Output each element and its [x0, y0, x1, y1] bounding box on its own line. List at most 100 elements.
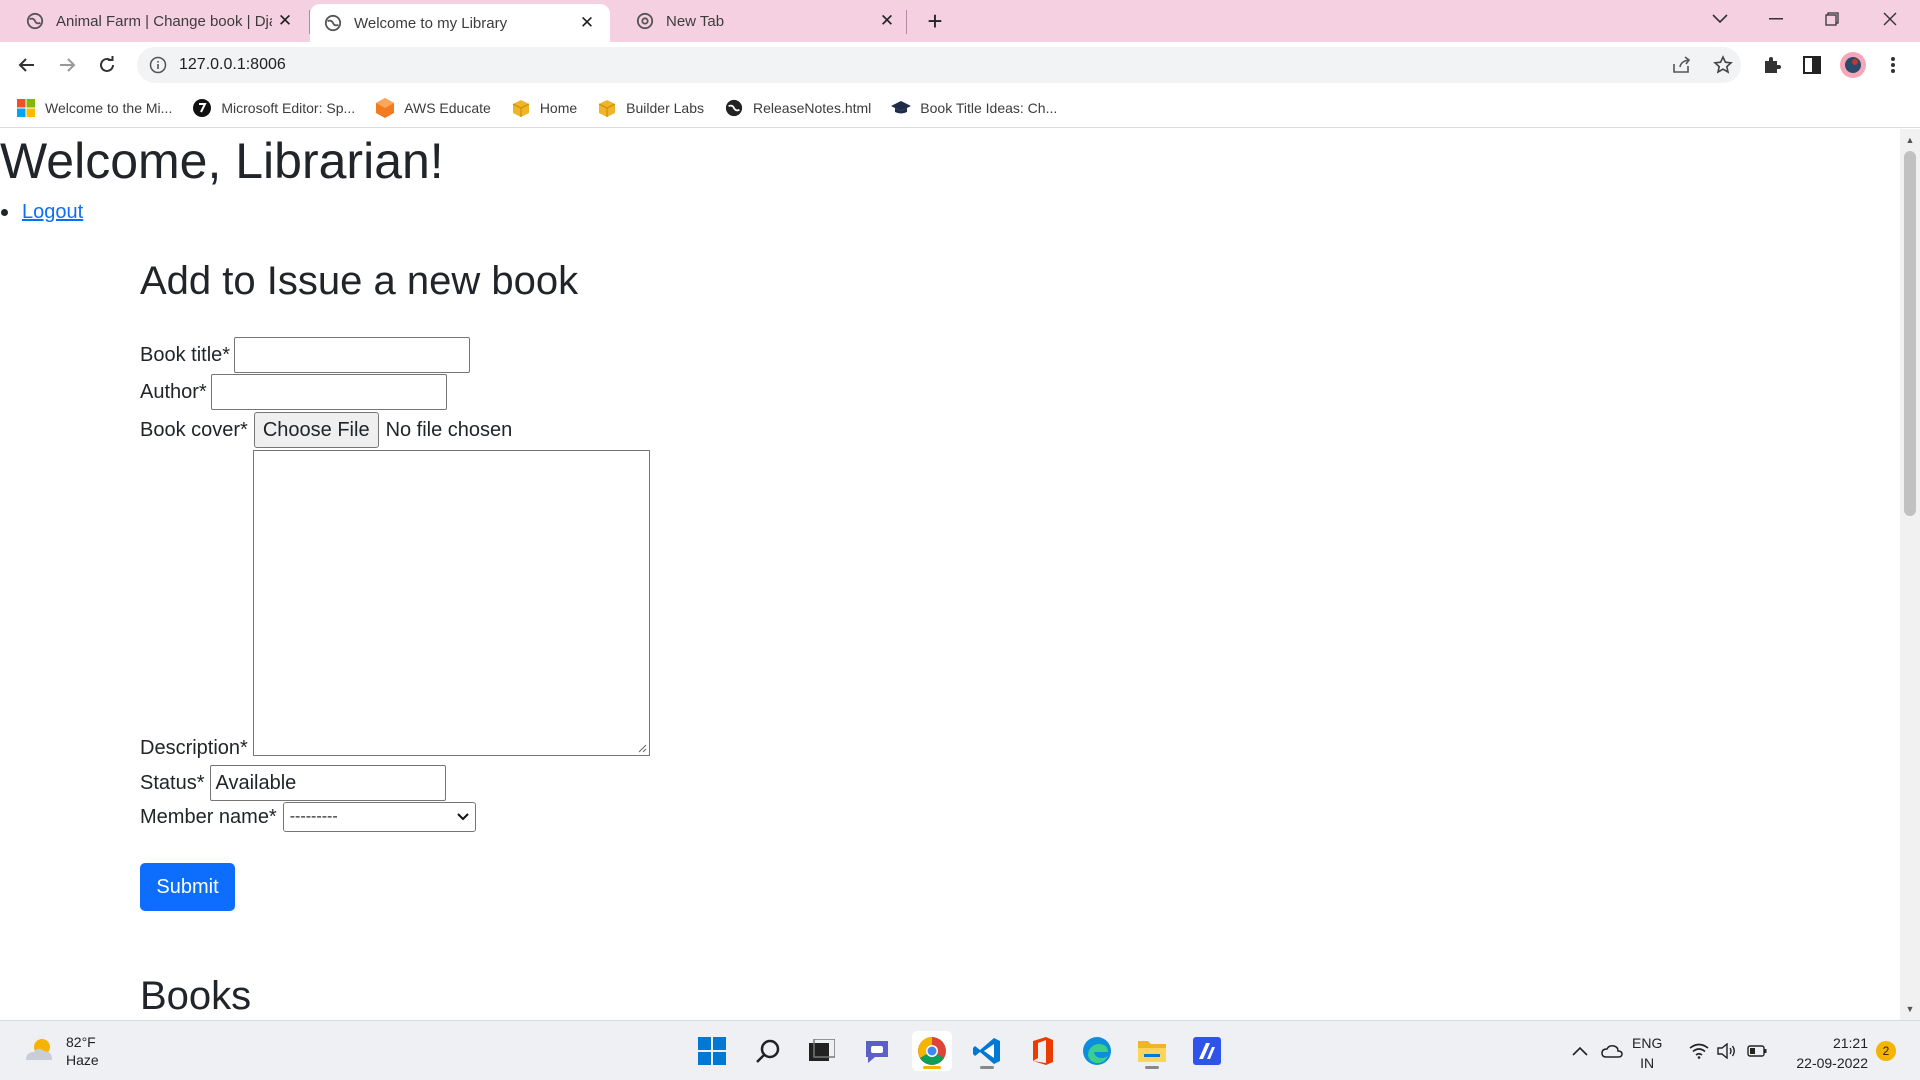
reload-icon[interactable]: [92, 50, 122, 80]
tab-title: Welcome to my Library: [354, 14, 508, 32]
page-scrollbar[interactable]: ▲ ▼: [1900, 129, 1920, 1020]
onedrive-cloud-icon[interactable]: [1598, 1021, 1626, 1080]
menu-kebab-icon[interactable]: [1878, 50, 1908, 80]
bookmark-book-title-ideas[interactable]: Book Title Ideas: Ch...: [891, 98, 1057, 118]
chevron-down-icon: [457, 813, 469, 821]
bookmark-microsoft-editor[interactable]: Microsoft Editor: Sp...: [192, 98, 355, 118]
tab-search-chevron-icon[interactable]: [1692, 0, 1748, 38]
bookmark-star-icon[interactable]: [1708, 50, 1738, 80]
choose-file-button[interactable]: Choose File: [253, 412, 379, 448]
resize-grip-icon[interactable]: [637, 743, 647, 753]
file-explorer-icon[interactable]: [1132, 1031, 1172, 1071]
logout-list-item: Logout: [0, 201, 83, 224]
status-input[interactable]: [210, 765, 447, 801]
windows-taskbar: 82°F Haze ENG IN 21:21 22-09-2022 2: [0, 1020, 1920, 1080]
globe-icon: [324, 14, 342, 32]
tab-new-tab[interactable]: New Tab ✕: [610, 0, 910, 42]
weather-haze-icon: [26, 1039, 52, 1060]
input-language-indicator[interactable]: ENG IN: [1632, 1033, 1662, 1073]
language-code: ENG: [1632, 1035, 1663, 1051]
book-title-label: Book title*: [140, 343, 231, 366]
status-row: Status*: [140, 765, 447, 801]
site-info-icon[interactable]: [149, 56, 167, 74]
tab-close-icon[interactable]: ✕: [574, 10, 600, 36]
tab-welcome-library[interactable]: Welcome to my Library ✕: [310, 4, 610, 42]
address-bar[interactable]: 127.0.0.1:8006: [137, 47, 1741, 83]
restore-icon[interactable]: [1804, 0, 1860, 38]
submit-button[interactable]: Submit: [140, 863, 235, 911]
bookmark-welcome-microsoft[interactable]: Welcome to the Mi...: [16, 98, 172, 118]
system-clock[interactable]: 21:21 22-09-2022: [1780, 1033, 1868, 1073]
box-icon: [597, 98, 617, 118]
profile-avatar[interactable]: [1838, 50, 1868, 80]
tab-close-icon[interactable]: ✕: [874, 8, 900, 34]
bookmark-home[interactable]: Home: [511, 98, 577, 118]
scroll-down-icon[interactable]: ▼: [1900, 1000, 1920, 1018]
weather-widget[interactable]: 82°F Haze: [22, 1033, 99, 1069]
tab-title: Animal Farm | Change book | Dja: [56, 12, 272, 30]
minimize-icon[interactable]: [1748, 0, 1804, 38]
book-title-row: Book title*: [140, 337, 471, 373]
running-app-indicator: [980, 1066, 994, 1069]
clock-time: 21:21: [1832, 1035, 1868, 1051]
azure-app-icon[interactable]: [1187, 1031, 1227, 1071]
chrome-taskbar-icon[interactable]: [912, 1031, 952, 1071]
bookmark-builder-labs[interactable]: Builder Labs: [597, 98, 704, 118]
active-app-indicator: [923, 1066, 941, 1069]
extensions-puzzle-icon[interactable]: [1757, 50, 1787, 80]
bookmark-label: ReleaseNotes.html: [753, 99, 872, 116]
tab-separator: [906, 10, 907, 34]
logout-link[interactable]: Logout: [22, 201, 83, 224]
editor-icon: [192, 98, 212, 118]
page-viewport: Welcome, Librarian! Logout Add to Issue …: [0, 129, 1900, 1020]
page-title: Welcome, Librarian!: [0, 133, 444, 189]
bookmark-label: Welcome to the Mi...: [45, 99, 173, 116]
bookmark-aws-educate[interactable]: AWS Educate: [375, 97, 491, 118]
bookmark-label: AWS Educate: [404, 99, 491, 116]
share-icon[interactable]: [1667, 50, 1697, 80]
file-status-text: No file chosen: [385, 418, 513, 441]
edge-icon[interactable]: [1077, 1031, 1117, 1071]
author-input[interactable]: [210, 374, 447, 410]
status-label: Status*: [140, 771, 205, 794]
new-tab-button[interactable]: +: [920, 6, 950, 36]
wifi-icon[interactable]: [1686, 1021, 1712, 1080]
graduation-cap-icon: [891, 98, 912, 118]
author-label: Author*: [140, 380, 207, 403]
close-window-icon[interactable]: [1862, 0, 1918, 38]
bookmark-label: Builder Labs: [626, 99, 704, 116]
description-textarea[interactable]: [253, 450, 650, 756]
bookmarks-bar: Welcome to the Mi... Microsoft Editor: S…: [0, 88, 1920, 128]
forward-arrow-icon[interactable]: [52, 50, 82, 80]
book-title-input[interactable]: [234, 337, 471, 373]
volume-icon[interactable]: [1714, 1021, 1740, 1080]
running-app-indicator: [1145, 1066, 1159, 1069]
globe-icon: [26, 12, 44, 30]
bookmark-release-notes[interactable]: ReleaseNotes.html: [724, 98, 871, 118]
url-text: 127.0.0.1:8006: [179, 56, 286, 73]
scroll-up-icon[interactable]: ▲: [1900, 131, 1920, 149]
bookmark-label: Book Title Ideas: Ch...: [920, 99, 1058, 116]
tab-close-icon[interactable]: ✕: [272, 8, 298, 34]
start-windows-icon[interactable]: [692, 1031, 732, 1071]
form-heading: Add to Issue a new book: [140, 259, 579, 303]
search-icon[interactable]: [748, 1031, 788, 1071]
tab-animal-farm[interactable]: Animal Farm | Change book | Dja ✕: [0, 0, 308, 42]
member-select[interactable]: ---------: [282, 802, 476, 832]
bookmark-label: Home: [539, 99, 578, 116]
vscode-icon[interactable]: [967, 1031, 1007, 1071]
notification-badge[interactable]: 2: [1876, 1041, 1896, 1061]
show-hidden-icons-chevron-icon[interactable]: [1568, 1021, 1592, 1080]
teams-chat-icon[interactable]: [857, 1031, 897, 1071]
list-bullet: [1, 209, 8, 216]
scrollbar-thumb[interactable]: [1904, 151, 1916, 516]
description-row: Description*: [140, 737, 248, 760]
office-icon[interactable]: [1022, 1031, 1062, 1071]
task-view-icon[interactable]: [802, 1031, 842, 1071]
weather-condition: Haze: [66, 1052, 99, 1068]
battery-icon[interactable]: [1744, 1021, 1770, 1080]
weather-temperature: 82°F: [66, 1034, 96, 1050]
region-code: IN: [1640, 1055, 1655, 1071]
side-panel-icon[interactable]: [1797, 50, 1827, 80]
back-arrow-icon[interactable]: [12, 50, 42, 80]
